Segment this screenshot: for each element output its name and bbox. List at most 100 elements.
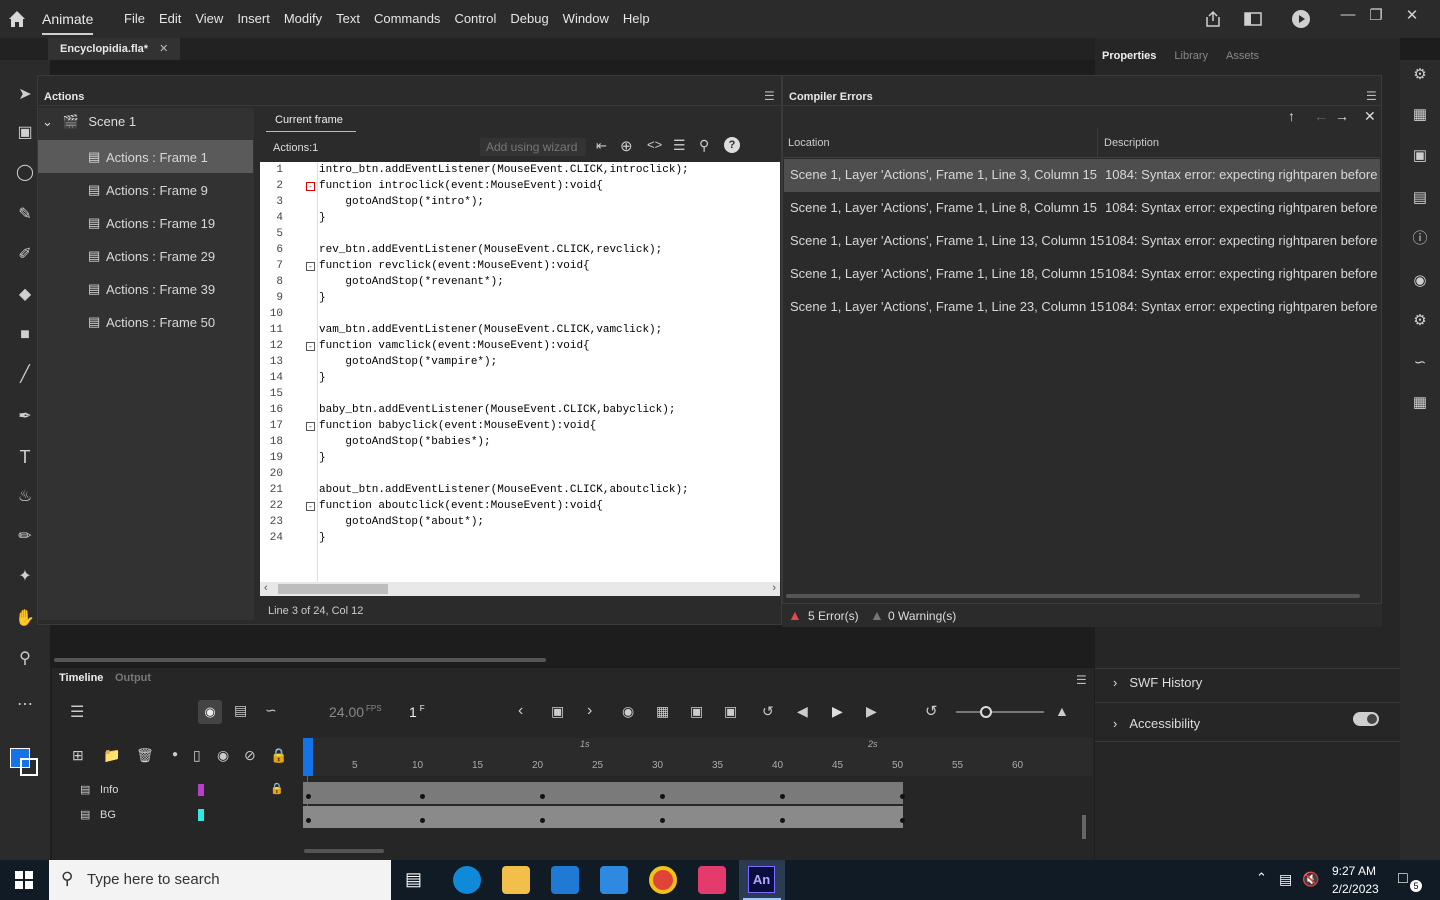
step-back-icon[interactable]: ◀ bbox=[797, 703, 808, 720]
previous-error-icon[interactable]: ← bbox=[1314, 108, 1328, 124]
paint-bucket-icon[interactable]: ♨ bbox=[12, 484, 38, 510]
code-line[interactable]: gotoAndStop(*vampire*); bbox=[319, 356, 497, 368]
insert-keyframe-icon[interactable]: ▣ bbox=[551, 703, 564, 720]
color-icon[interactable]: ◉ bbox=[1407, 268, 1433, 294]
swf-history-section[interactable]: › SWF History bbox=[1095, 668, 1400, 694]
menu-view[interactable]: View bbox=[195, 11, 223, 26]
new-layer-icon[interactable]: ⊞ bbox=[72, 747, 84, 764]
visibility-icon[interactable]: ⊘ bbox=[244, 747, 256, 764]
panel-menu-icon[interactable]: ☰ bbox=[1366, 89, 1377, 103]
lasso-icon[interactable]: ◯ bbox=[12, 160, 38, 186]
menu-help[interactable]: Help bbox=[623, 11, 650, 26]
code-line[interactable]: } bbox=[319, 372, 326, 384]
code-line[interactable]: intro_btn.addEventListener(MouseEvent.CL… bbox=[319, 164, 689, 176]
eraser-icon[interactable]: ◆ bbox=[12, 282, 38, 308]
clock-time[interactable]: 9:27 AM bbox=[1332, 864, 1376, 878]
next-keyframe-icon[interactable]: › bbox=[587, 702, 592, 720]
edit-multiple-frames-icon[interactable]: ▦ bbox=[656, 703, 669, 720]
attach-camera-icon[interactable]: ◉ bbox=[217, 747, 229, 764]
insert-blank-keyframe-icon[interactable]: ▣ bbox=[724, 703, 737, 720]
tree-item-frame-29[interactable]: ▤ Actions : Frame 29 bbox=[38, 239, 253, 272]
keyframe-dot[interactable] bbox=[306, 818, 311, 823]
fold-icon[interactable]: - bbox=[306, 342, 315, 351]
fold-icon[interactable]: - bbox=[306, 182, 315, 191]
lock-icon[interactable]: 🔒 bbox=[270, 747, 287, 764]
layer-row-bg[interactable]: ▤ BG bbox=[52, 803, 302, 827]
location-column-header[interactable]: Location bbox=[788, 137, 830, 149]
panel-menu-icon[interactable]: ☰ bbox=[764, 89, 775, 103]
eyedropper-icon[interactable]: ✏ bbox=[12, 524, 38, 550]
stroke-fill-color-icon[interactable] bbox=[10, 748, 40, 778]
mail-icon[interactable] bbox=[600, 866, 628, 894]
keyframe-dot[interactable] bbox=[540, 818, 545, 823]
keyframe-dot[interactable] bbox=[900, 794, 905, 799]
tab-library[interactable]: Library bbox=[1174, 50, 1208, 70]
layer-row-info[interactable]: ▤ Info 🔒 bbox=[52, 778, 302, 802]
insert-target-icon[interactable]: ⊕ bbox=[620, 137, 633, 155]
center-frame-icon[interactable]: ▣ bbox=[690, 703, 703, 720]
undo-icon[interactable]: ↺ bbox=[925, 702, 938, 720]
next-error-icon[interactable]: → bbox=[1335, 108, 1349, 124]
keyframe-dot[interactable] bbox=[780, 818, 785, 823]
info-icon[interactable]: ⓘ bbox=[1407, 226, 1433, 252]
go-to-source-icon[interactable]: ↑ bbox=[1288, 108, 1295, 124]
text-tool-icon[interactable]: T bbox=[12, 444, 38, 470]
code-line[interactable]: gotoAndStop(*intro*); bbox=[319, 196, 484, 208]
restore-icon[interactable]: ❐ bbox=[1362, 6, 1390, 30]
scene-node[interactable]: ⌄ 🎬 Scene 1 bbox=[42, 114, 252, 134]
menu-file[interactable]: File bbox=[124, 11, 145, 26]
network-icon[interactable]: ▤ bbox=[1279, 871, 1292, 888]
layers-icon[interactable]: ☰ bbox=[70, 702, 84, 722]
stage-horizontal-scrollbar[interactable] bbox=[54, 658, 546, 662]
tree-item-frame-39[interactable]: ▤ Actions : Frame 39 bbox=[38, 272, 253, 305]
lock-icon[interactable]: 🔒 bbox=[270, 782, 284, 795]
frame-size-slider[interactable] bbox=[956, 706, 1044, 718]
selection-tool-icon[interactable]: ➤ bbox=[12, 82, 38, 108]
tree-item-frame-9[interactable]: ▤ Actions : Frame 9 bbox=[38, 173, 253, 206]
scroll-left-icon[interactable]: ‹ bbox=[264, 582, 268, 594]
volume-muted-icon[interactable]: 🔇 bbox=[1302, 871, 1319, 888]
new-folder-icon[interactable]: 📁 bbox=[103, 747, 120, 764]
chevron-up-icon[interactable]: ⌃ bbox=[1256, 870, 1267, 886]
timeline-tab[interactable]: Timeline bbox=[59, 672, 103, 684]
document-tab[interactable]: Encyclopidia.fla* ✕ bbox=[48, 38, 181, 60]
code-line[interactable]: function vamclick(event:MouseEvent):void… bbox=[319, 340, 590, 352]
file-explorer-icon[interactable] bbox=[502, 866, 530, 894]
fold-icon[interactable]: - bbox=[306, 422, 315, 431]
error-row[interactable]: Scene 1, Layer 'Actions', Frame 1, Line … bbox=[784, 225, 1380, 258]
workspace-icon[interactable] bbox=[1243, 10, 1263, 28]
code-line[interactable]: gotoAndStop(*about*); bbox=[319, 516, 484, 528]
fold-icon[interactable]: - bbox=[306, 262, 315, 271]
loop-icon[interactable]: ↺ bbox=[762, 703, 774, 720]
code-line[interactable]: function aboutclick(event:MouseEvent):vo… bbox=[319, 500, 603, 512]
menu-control[interactable]: Control bbox=[454, 11, 496, 26]
align-icon[interactable]: ▤ bbox=[1407, 185, 1433, 211]
frames-bg[interactable] bbox=[303, 806, 903, 828]
code-line[interactable]: baby_btn.addEventListener(MouseEvent.CLI… bbox=[319, 404, 675, 416]
code-line[interactable]: about_btn.addEventListener(MouseEvent.CL… bbox=[319, 484, 689, 496]
test-movie-icon[interactable] bbox=[1291, 9, 1311, 29]
zoom-icon[interactable]: ⚲ bbox=[12, 646, 38, 672]
more-tools-icon[interactable]: ⋯ bbox=[12, 692, 38, 718]
components-icon[interactable]: ▦ bbox=[1407, 390, 1433, 416]
clear-errors-icon[interactable]: ✕ bbox=[1364, 108, 1376, 125]
taskbar-search-box[interactable]: ⚲ Type here to search bbox=[49, 860, 391, 900]
close-tab-icon[interactable]: ✕ bbox=[159, 43, 168, 55]
creative-cloud-icon[interactable] bbox=[698, 866, 726, 894]
hand-icon[interactable]: ✋ bbox=[12, 606, 38, 632]
format-code-icon[interactable]: ☰ bbox=[673, 137, 686, 154]
accessibility-toggle[interactable] bbox=[1353, 712, 1379, 726]
error-row[interactable]: Scene 1, Layer 'Actions', Frame 1, Line … bbox=[784, 192, 1380, 225]
code-horizontal-scrollbar[interactable]: ‹ › bbox=[260, 582, 780, 596]
outline-icon[interactable]: ▯ bbox=[193, 747, 201, 764]
playhead[interactable] bbox=[303, 738, 313, 776]
code-line[interactable]: } bbox=[319, 292, 326, 304]
step-forward-icon[interactable]: ▶ bbox=[866, 703, 877, 720]
timeline-horizontal-scrollbar[interactable] bbox=[304, 849, 384, 853]
add-using-wizard-button[interactable]: Add using wizard bbox=[480, 138, 586, 156]
line-icon[interactable]: ╱ bbox=[12, 362, 38, 388]
code-line[interactable]: gotoAndStop(*babies*); bbox=[319, 436, 490, 448]
minimize-icon[interactable]: — bbox=[1334, 6, 1362, 30]
keyframe-dot[interactable] bbox=[540, 794, 545, 799]
menu-commands[interactable]: Commands bbox=[374, 11, 440, 26]
